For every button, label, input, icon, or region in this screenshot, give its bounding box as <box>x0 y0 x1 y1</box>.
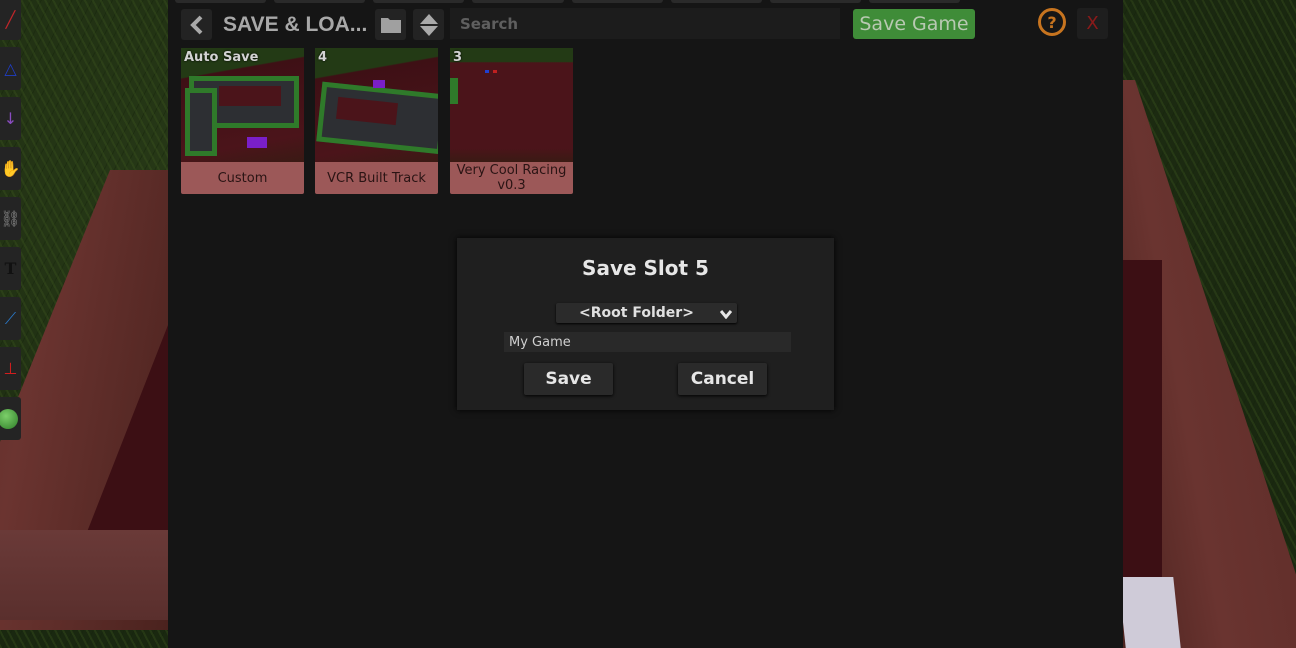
help-icon: ? <box>1047 12 1057 32</box>
pen-icon: ╱ <box>5 9 16 29</box>
save-slot-thumbnail: 4 <box>315 48 438 162</box>
slot-label: Custom <box>181 162 304 194</box>
chevron-left-icon <box>189 15 202 34</box>
tool-joint[interactable]: ⛓ <box>0 197 21 240</box>
help-button[interactable]: ? <box>1038 8 1066 36</box>
slot-label: VCR Built Track <box>315 162 438 194</box>
folder-dropdown-value: <Root Folder> <box>579 305 694 321</box>
top-tab[interactable] <box>175 0 267 3</box>
note-card <box>1118 577 1181 648</box>
chain-icon: ⛓ <box>0 209 21 228</box>
sort-up-down-icon <box>419 13 438 36</box>
measure-icon: ⟋ <box>4 308 17 328</box>
tool-text[interactable]: T <box>0 247 21 290</box>
line-arrow-icon: ↓ <box>3 109 18 128</box>
save-name-input[interactable] <box>504 332 791 352</box>
folder-icon <box>380 17 401 33</box>
close-button[interactable]: X <box>1077 8 1108 39</box>
dialog-title: Save Slot 5 <box>582 256 709 280</box>
table-wood-edge-bottom <box>0 530 170 620</box>
back-button[interactable] <box>181 9 212 40</box>
save-slot-thumbnail: 3 <box>450 48 573 162</box>
top-tab[interactable] <box>472 0 564 3</box>
top-tab[interactable] <box>769 0 861 3</box>
tool-ball[interactable] <box>0 397 21 440</box>
top-tab[interactable] <box>670 0 762 3</box>
tool-grab[interactable]: ✋ <box>0 147 21 190</box>
slot-number: Auto Save <box>184 50 259 65</box>
tool-pen[interactable]: ╱ <box>0 0 21 40</box>
ball-icon <box>0 408 18 429</box>
save-game-button[interactable]: Save Game <box>853 9 975 39</box>
shape-icon: △ <box>4 59 17 78</box>
slot-number: 4 <box>318 50 328 65</box>
top-tab[interactable] <box>868 0 960 3</box>
top-tab[interactable] <box>373 0 465 3</box>
save-button[interactable]: Save <box>524 363 613 395</box>
table-felt-right <box>1122 260 1162 580</box>
save-slot-4[interactable]: 4 VCR Built Track <box>315 48 438 194</box>
search-input[interactable] <box>450 8 840 39</box>
text-icon: T <box>4 259 17 278</box>
panel-title: SAVE & LOA... <box>223 13 368 36</box>
save-slot-thumbnail: Auto Save <box>181 48 304 162</box>
folder-button[interactable] <box>375 9 406 40</box>
slot-label: Very Cool Racing v0.3 <box>450 162 573 194</box>
close-icon: X <box>1086 13 1099 34</box>
top-tab[interactable] <box>274 0 366 3</box>
cancel-button[interactable]: Cancel <box>678 363 767 395</box>
folder-dropdown[interactable]: <Root Folder> <box>556 303 737 323</box>
tool-sidebar: ╱ △ ↓ ✋ ⛓ T ⟋ ⊥ <box>0 0 22 447</box>
pin-icon: ⊥ <box>3 359 18 378</box>
save-slot-auto[interactable]: Auto Save Custom <box>181 48 304 194</box>
tool-gizmo[interactable]: △ <box>0 47 21 90</box>
tool-line-drop[interactable]: ↓ <box>0 97 21 140</box>
chevron-down-icon <box>719 303 733 323</box>
save-slot-3[interactable]: 3 Very Cool Racing v0.3 <box>450 48 573 194</box>
top-tab[interactable] <box>571 0 663 3</box>
top-tab-strip <box>175 0 960 3</box>
slot-number: 3 <box>453 50 463 65</box>
hand-icon: ✋ <box>0 159 21 178</box>
tool-snap[interactable]: ⊥ <box>0 347 21 390</box>
save-slot-dialog: Save Slot 5 <Root Folder> Save Cancel <box>457 238 834 410</box>
tool-measure[interactable]: ⟋ <box>0 297 21 340</box>
sort-button[interactable] <box>413 9 444 40</box>
